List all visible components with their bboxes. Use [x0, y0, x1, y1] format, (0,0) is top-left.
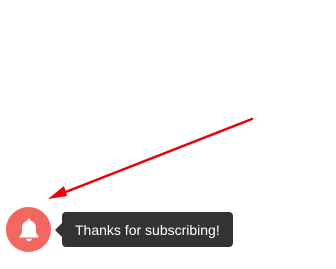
tooltip-message: Thanks for subscribing! — [75, 221, 220, 238]
bell-icon — [18, 218, 39, 241]
page: Thanks for subscribing! — [0, 0, 336, 269]
subscribe-bell-button[interactable] — [6, 207, 51, 252]
subscription-tooltip: Thanks for subscribing! — [62, 212, 233, 247]
